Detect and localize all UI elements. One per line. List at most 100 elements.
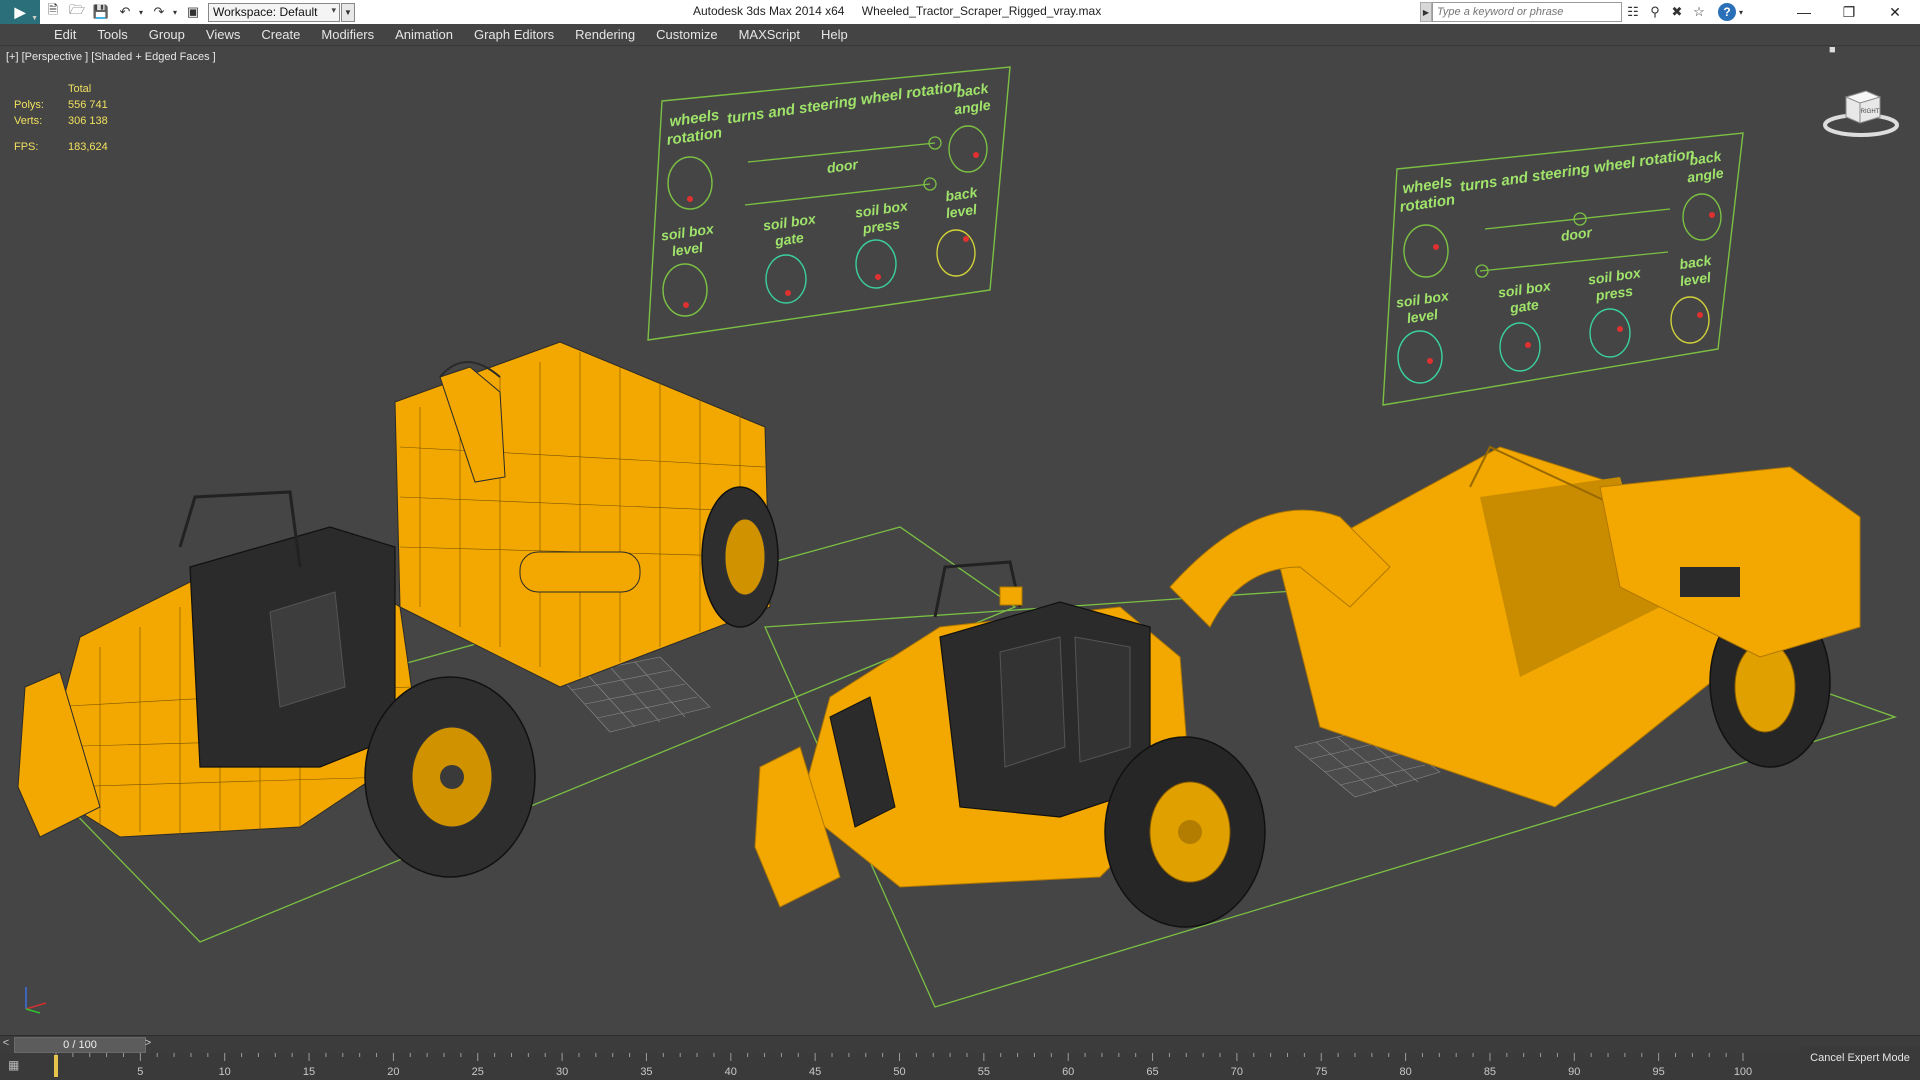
mini-curve-editor-icon[interactable]: ▦ [8, 1058, 30, 1074]
undo-dropdown-icon[interactable]: ▾ [136, 2, 146, 22]
app-title: Autodesk 3ds Max 2014 x64 [693, 4, 845, 18]
menu-modifiers[interactable]: Modifiers [321, 27, 374, 42]
menu-edit[interactable]: Edit [54, 27, 76, 42]
quick-access-customize-button[interactable]: ▼ [341, 2, 355, 22]
viewcube[interactable]: RIGHT [1822, 81, 1900, 139]
panel2-wheels-dial [1403, 224, 1449, 278]
search-input[interactable] [1432, 2, 1622, 22]
trackbar-row: ▦ 5 10 15 20 25 30 35 40 45 50 55 60 65 70 75 80 85 90 95 1… [0, 1053, 1920, 1080]
window-title: Autodesk 3ds Max 2014 x64 Wheeled_Tracto… [693, 4, 1115, 18]
minimize-icon: — [1797, 4, 1811, 20]
trackbar-tick-label: 40 [725, 1066, 737, 1078]
lock-icon[interactable]: ■ [1829, 47, 1836, 56]
new-file-icon[interactable]: 🗎 [42, 2, 64, 22]
trackbar-tick-label: 25 [472, 1066, 484, 1078]
trackbar-tick-label: 45 [809, 1066, 821, 1078]
restore-button[interactable]: ❐ [1826, 0, 1872, 24]
menu-rendering[interactable]: Rendering [575, 27, 635, 42]
panel2-soil-gate-dial [1499, 322, 1541, 372]
trackbar-tick-label: 75 [1315, 1066, 1327, 1078]
trackbar-tick-label: 35 [640, 1066, 652, 1078]
verts-label: Verts: [14, 115, 43, 127]
trackbar-tick-label: 80 [1399, 1066, 1411, 1078]
time-slider-next[interactable]: > [142, 1037, 154, 1053]
panel1-soil-level-dial [662, 263, 708, 317]
infocenter-search: ▶ ☷ ⚲ ✖ ☆ ? ▾ [1420, 1, 1746, 23]
3ds-max-logo-icon: ▶ [14, 3, 26, 20]
trackbar-tick-label: 70 [1231, 1066, 1243, 1078]
trackbar-tick-label: 95 [1653, 1066, 1665, 1078]
panel1-back-level-dial [936, 229, 976, 277]
time-slider-prev[interactable]: < [0, 1037, 12, 1053]
app-menu-button[interactable]: ▶ ▼ [0, 0, 40, 24]
redo-icon[interactable]: ↷ [148, 2, 170, 22]
panel2-soil-level-dial [1397, 330, 1443, 384]
file-name: Wheeled_Tractor_Scraper_Rigged_vray.max [861, 4, 1102, 18]
trackbar-tick-label: 15 [303, 1066, 315, 1078]
menu-animation[interactable]: Animation [395, 27, 453, 42]
panel1-back-level-label-2: level [945, 201, 979, 221]
minimize-button[interactable]: — [1781, 0, 1827, 24]
star-icon[interactable]: ☆ [1688, 2, 1710, 22]
menu-bar: Edit Tools Group Views Create Modifiers … [0, 24, 1920, 46]
panel1-door-label: door [826, 156, 861, 176]
trackbar-tick-label: 85 [1484, 1066, 1496, 1078]
subscription-icon[interactable]: ✖ [1666, 2, 1688, 22]
project-folder-icon[interactable]: ▣ [182, 2, 204, 22]
menu-views[interactable]: Views [206, 27, 240, 42]
title-bar: ▶ ▼ 🗎 🗁 💾 ↶ ▾ ↷ ▾ ▣ Workspace: Default ▾… [0, 0, 1920, 24]
menu-maxscript[interactable]: MAXScript [739, 27, 800, 42]
viewport-label[interactable]: [+] [Perspective ] [Shaded + Edged Faces… [6, 51, 216, 63]
perspective-viewport[interactable]: wheels rotation turns and steering wheel… [0, 47, 1920, 1035]
scene-render[interactable]: wheels rotation turns and steering wheel… [0, 47, 1920, 1035]
workspace-select[interactable]: Workspace: Default ▾ [208, 2, 340, 22]
open-file-icon[interactable]: 🗁 [66, 2, 88, 22]
time-slider-thumb[interactable]: 0 / 100 [14, 1037, 146, 1053]
time-slider[interactable]: < 0 / 100 > [0, 1035, 1920, 1053]
menu-group[interactable]: Group [149, 27, 185, 42]
menu-help[interactable]: Help [821, 27, 848, 42]
help-dropdown-icon[interactable]: ▾ [1736, 2, 1746, 22]
binoculars-icon[interactable]: ☷ [1622, 2, 1644, 22]
trackbar-tick-label: 20 [387, 1066, 399, 1078]
close-button[interactable]: ✕ [1872, 0, 1918, 24]
fps-value: 183,624 [68, 141, 108, 153]
axis-tripod-icon [25, 987, 47, 1014]
trackbar-tick-label: 55 [978, 1066, 990, 1078]
menu-customize[interactable]: Customize [656, 27, 717, 42]
close-icon: ✕ [1889, 3, 1901, 20]
chevron-down-icon: ▾ [331, 4, 336, 15]
help-icon[interactable]: ? [1718, 3, 1736, 21]
rig-control-panel-right: wheels rotation turns and steering wheel… [1382, 132, 1744, 406]
trackbar-tick-label: 60 [1062, 1066, 1074, 1078]
workspace-label: Workspace: Default [213, 5, 318, 19]
menu-graph-editors[interactable]: Graph Editors [474, 27, 554, 42]
trackbar-tick-label: 10 [219, 1066, 231, 1078]
trackbar-tick-label: 100 [1734, 1066, 1752, 1078]
trackbar-tick-label: 50 [893, 1066, 905, 1078]
panel2-back-angle-dial [1682, 193, 1722, 241]
panel1-soil-gate-label-2: gate [773, 229, 805, 249]
communication-center-icon[interactable]: ⚲ [1644, 2, 1666, 22]
panel1-soil-gate-dial [765, 254, 807, 304]
current-frame-marker [54, 1055, 58, 1077]
cancel-expert-mode-button[interactable]: Cancel Expert Mode [1800, 1046, 1920, 1070]
panel2-turns-label: turns and steering wheel rotation [1459, 146, 1696, 196]
tractor-scraper-shaded [754, 445, 1861, 928]
restore-icon: ❐ [1842, 3, 1856, 20]
menu-tools[interactable]: Tools [97, 27, 127, 42]
panel1-back-angle-dial [948, 125, 988, 173]
save-icon[interactable]: 💾 [90, 2, 112, 22]
polys-value: 556 741 [68, 99, 108, 111]
menu-create[interactable]: Create [261, 27, 300, 42]
trackbar-tick-label: 30 [556, 1066, 568, 1078]
viewport-statistics: Total Polys: 556 741 Verts: 306 138 FPS: 18… [14, 81, 108, 155]
redo-dropdown-icon[interactable]: ▾ [170, 2, 180, 22]
trackbar[interactable]: 5 10 15 20 25 30 35 40 45 50 55 60 65 70 75 80 85 90 95 100 [40, 1053, 1760, 1080]
stats-header: Total [68, 83, 92, 95]
search-collapse-button[interactable]: ▶ [1420, 2, 1432, 22]
undo-icon[interactable]: ↶ [114, 2, 136, 22]
panel2-back-level-dial [1670, 296, 1710, 344]
trackbar-tick-label: 65 [1146, 1066, 1158, 1078]
rig-control-panel-left: wheels rotation turns and steering wheel… [647, 66, 1011, 341]
